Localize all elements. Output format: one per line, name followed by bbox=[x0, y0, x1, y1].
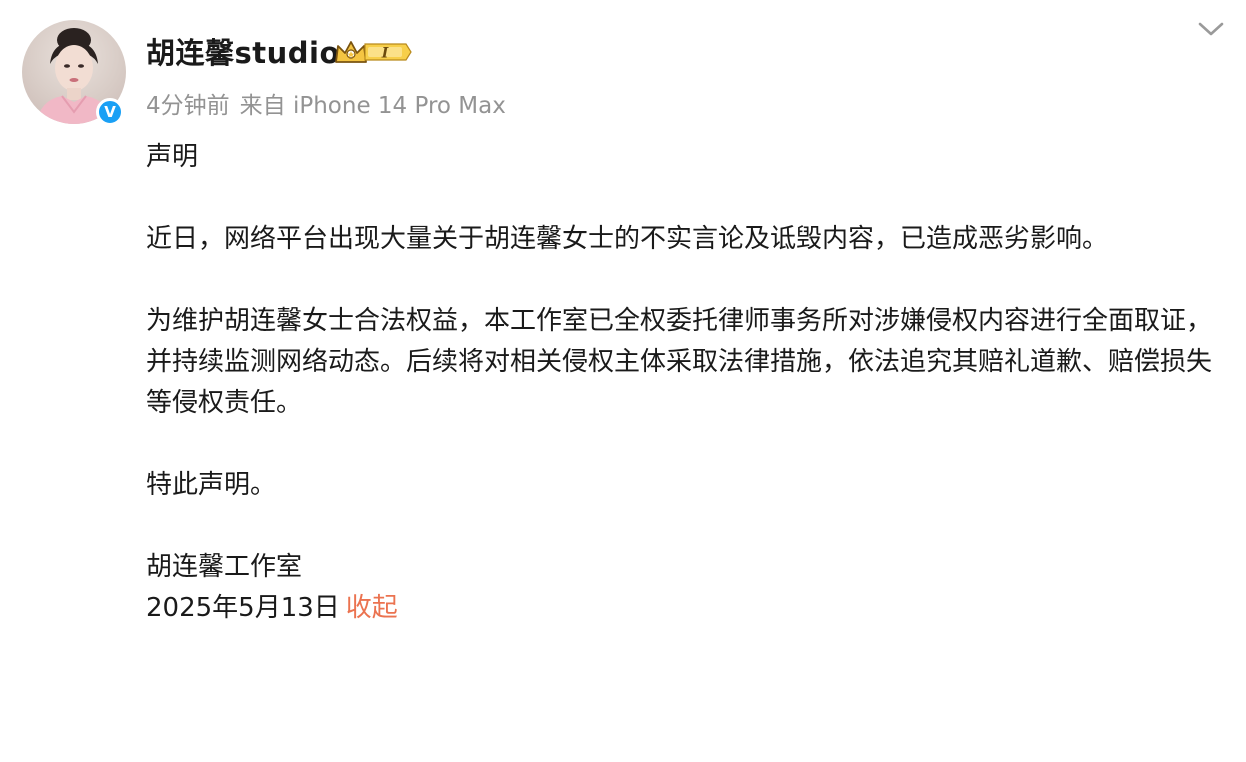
crown-vip-icon[interactable]: I bbox=[334, 38, 412, 66]
post-content: 声明 近日，网络平台出现大量关于胡连馨女士的不实言论及诋毁内容，已造成恶劣影响。… bbox=[146, 137, 1231, 629]
verified-v-icon: V bbox=[96, 98, 124, 126]
post-closing: 特此声明。 bbox=[146, 470, 277, 500]
post-paragraph-2: 为维护胡连馨女士合法权益，本工作室已全权委托律师事务所对涉嫌侵权内容进行全面取证… bbox=[146, 306, 1213, 418]
author-name[interactable]: 胡连馨studio bbox=[146, 30, 340, 72]
post-meta: 4分钟前 来自 iPhone 14 Pro Max bbox=[146, 86, 506, 120]
post-time[interactable]: 4分钟前 bbox=[146, 93, 230, 119]
post-title: 声明 bbox=[146, 142, 199, 172]
post-date: 2025年5月13日 bbox=[146, 593, 340, 623]
weibo-post: V 胡连馨studio I 4分钟前 来自 iPhone 14 Pro Max 声… bbox=[0, 0, 1246, 762]
post-date-line: 2025年5月13日 收起 bbox=[146, 588, 1231, 629]
post-paragraph-1: 近日，网络平台出现大量关于胡连馨女士的不实言论及诋毁内容，已造成恶劣影响。 bbox=[146, 224, 1109, 254]
chevron-down-icon[interactable] bbox=[1196, 18, 1226, 40]
vip-level-label: I bbox=[381, 46, 389, 62]
source-device: iPhone 14 Pro Max bbox=[292, 93, 506, 119]
collapse-link[interactable]: 收起 bbox=[346, 593, 398, 623]
post-signature: 胡连馨工作室 bbox=[146, 552, 303, 582]
source-prefix: 来自 bbox=[239, 93, 286, 119]
